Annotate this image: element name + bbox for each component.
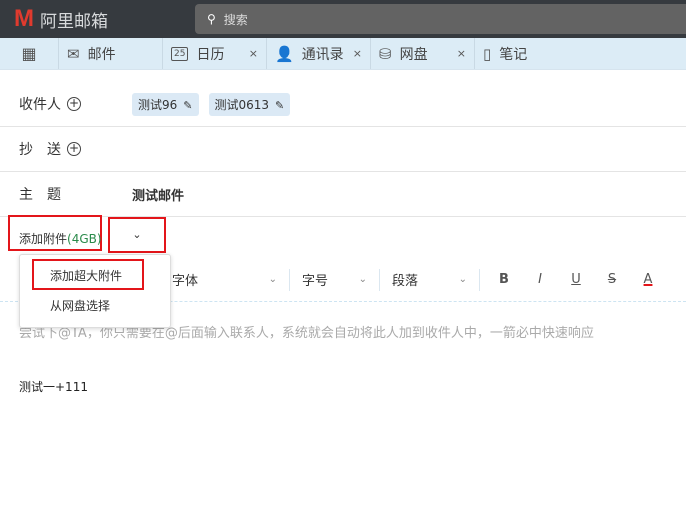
close-icon[interactable]: × [353,47,362,60]
attach-dropdown-button[interactable]: ⌄ [108,217,166,253]
contacts-icon: 👤 [275,44,294,63]
strike-button[interactable]: S [594,272,630,287]
mail-icon: ✉ [67,44,80,63]
tab-contacts[interactable]: 👤 通讯录 × [267,38,371,69]
tab-calendar[interactable]: 25 日历 × [163,38,267,69]
logo[interactable]: M 阿里邮箱 [0,5,195,33]
close-icon[interactable]: × [249,47,258,60]
search-icon: ⚲ [207,12,216,26]
close-icon[interactable]: × [457,47,466,60]
apps-grid-icon[interactable]: ▦ [0,38,59,69]
recipient-chip[interactable]: 测试0613 ✎ [208,92,291,116]
italic-button[interactable]: I [522,272,558,287]
font-select[interactable]: 字体 ⌄ [160,268,290,291]
underline-button[interactable]: U [558,272,594,287]
editor-body[interactable]: 测试一+111 [19,378,88,395]
chevron-down-icon: ⌄ [458,274,467,285]
chevron-down-icon: ⌄ [358,274,367,285]
bold-button[interactable]: B [486,272,522,287]
subject-row: 主 题 测试邮件 [0,172,686,217]
drive-icon: ⛁ [379,44,392,63]
add-cc-icon[interactable]: + [67,142,81,156]
note-icon: ▯ [483,44,492,63]
app-tabs: ▦ ✉ 邮件 25 日历 × 👤 通讯录 × ⛁ 网盘 × ▯ 笔记 [0,38,686,70]
subject-input[interactable]: 测试邮件 [132,185,184,204]
chevron-down-icon: ⌄ [268,274,277,285]
to-row: 收件人 + 测试96 ✎ 测试0613 ✎ [0,82,686,127]
menu-item-from-drive[interactable]: 从网盘选择 [50,297,110,314]
paragraph-select[interactable]: 段落 ⌄ [380,268,480,291]
calendar-icon: 25 [171,46,189,61]
top-bar: M 阿里邮箱 ⚲ 搜索 [0,0,686,38]
tab-notes[interactable]: ▯ 笔记 [475,38,579,69]
chevron-down-icon: ⌄ [132,228,142,241]
tab-mail[interactable]: ✉ 邮件 [59,38,163,69]
font-color-button[interactable]: A [630,272,666,287]
highlight-large-attachment [32,259,144,290]
size-select[interactable]: 字号 ⌄ [290,268,380,291]
search-input[interactable]: ⚲ 搜索 [195,4,686,34]
add-recipient-icon[interactable]: + [67,97,81,111]
edit-icon[interactable]: ✎ [183,99,192,112]
tab-drive[interactable]: ⛁ 网盘 × [371,38,475,69]
recipient-chip[interactable]: 测试96 ✎ [132,92,199,116]
edit-icon[interactable]: ✎ [275,99,284,112]
cc-row[interactable]: 抄 送 + [0,127,686,172]
